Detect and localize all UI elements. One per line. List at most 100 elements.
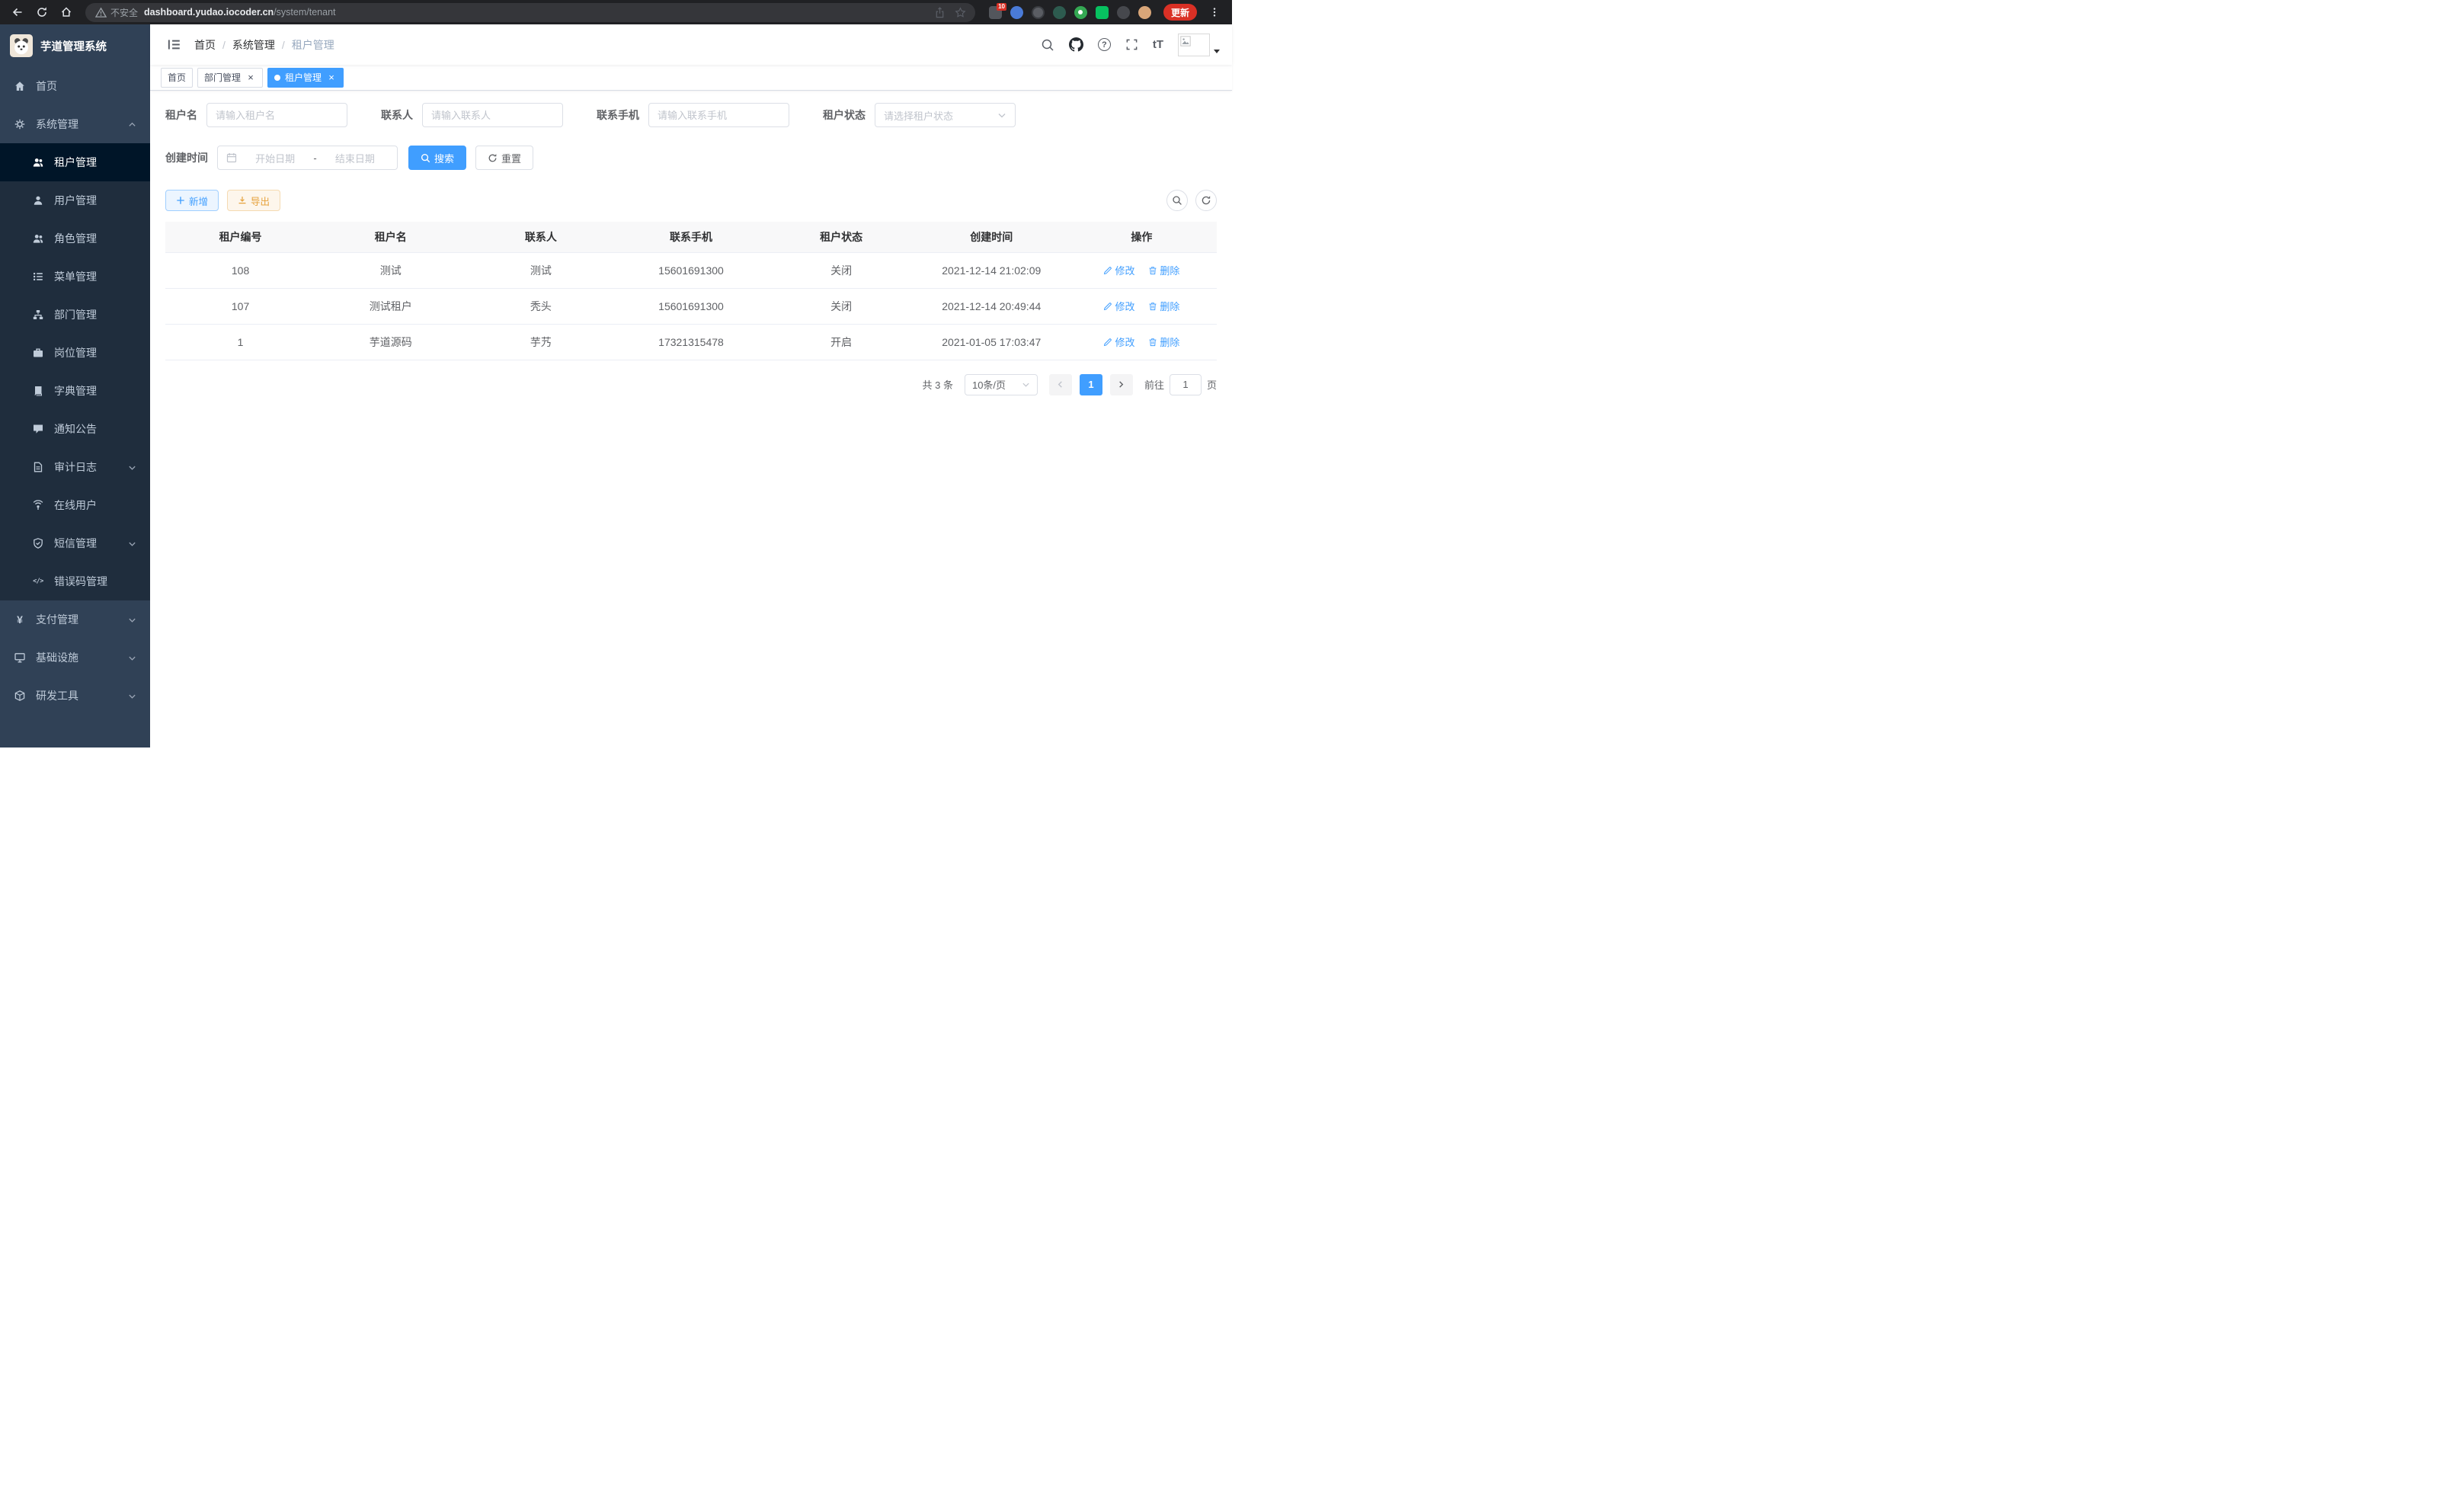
chevron-down-icon <box>128 463 136 472</box>
security-label: 不安全 <box>110 6 138 19</box>
sidebar-item-dev-tools[interactable]: 研发工具 <box>0 677 150 715</box>
close-icon[interactable] <box>326 72 337 83</box>
delete-icon <box>1148 266 1157 275</box>
app-logo[interactable]: 芋道管理系统 <box>0 24 150 67</box>
refresh-table-button[interactable] <box>1195 190 1217 211</box>
reset-button[interactable]: 重置 <box>475 146 533 170</box>
sidebar-item-notice[interactable]: 通知公告 <box>0 410 150 448</box>
extension-icon[interactable] <box>1053 6 1066 19</box>
calendar-icon <box>226 152 237 163</box>
table-row: 107 测试租户 秃头 15601691300 关闭 2021-12-14 20… <box>165 288 1217 324</box>
tab-home[interactable]: 首页 <box>161 68 193 88</box>
cell-actions: 修改 删除 <box>1067 252 1217 288</box>
sidebar-item-dept[interactable]: 部门管理 <box>0 296 150 334</box>
page-content: 租户名 联系人 联系手机 租户状态 请选择租户状态 <box>150 91 1232 748</box>
share-icon[interactable] <box>934 7 946 18</box>
phone-label: 联系手机 <box>597 107 639 123</box>
address-bar[interactable]: 不安全 dashboard.yudao.iocoder.cn/system/te… <box>85 3 975 22</box>
sidebar-item-dict[interactable]: 字典管理 <box>0 372 150 410</box>
sidebar-item-error-code[interactable]: 错误码管理 <box>0 562 150 600</box>
column-tenant-name: 租户名 <box>315 222 466 252</box>
toggle-search-button[interactable] <box>1166 190 1188 211</box>
fullscreen-icon[interactable] <box>1125 38 1138 51</box>
page-size-select[interactable]: 10条/页 <box>965 374 1038 395</box>
search-icon[interactable] <box>1041 38 1054 52</box>
sidebar-item-tenant[interactable]: 租户管理 <box>0 143 150 181</box>
breadcrumb-home[interactable]: 首页 <box>194 37 216 53</box>
tenant-name-input[interactable] <box>216 110 338 121</box>
extension-icon[interactable] <box>1032 6 1045 19</box>
extension-icon[interactable] <box>1096 6 1109 19</box>
caret-down-icon <box>1214 50 1220 53</box>
delete-link[interactable]: 删除 <box>1148 335 1179 349</box>
tenant-table: 租户编号 租户名 联系人 联系手机 租户状态 创建时间 操作 108 测试 <box>165 222 1217 360</box>
tenant-icon <box>32 156 44 168</box>
sidebar-fold-icon[interactable] <box>162 34 185 56</box>
navbar-actions <box>1041 34 1220 56</box>
search-button[interactable]: 搜索 <box>408 146 466 170</box>
phone-input[interactable] <box>658 110 780 121</box>
contact-input[interactable] <box>431 110 554 121</box>
font-size-icon[interactable] <box>1153 38 1163 51</box>
export-button[interactable]: 导出 <box>227 190 280 211</box>
tab-dept[interactable]: 部门管理 <box>197 68 263 88</box>
delete-link[interactable]: 删除 <box>1148 263 1179 277</box>
delete-link[interactable]: 删除 <box>1148 299 1179 313</box>
browser-update-button[interactable]: 更新 <box>1163 4 1197 21</box>
document-icon <box>32 461 44 473</box>
add-button[interactable]: 新增 <box>165 190 219 211</box>
page-number-button[interactable]: 1 <box>1080 374 1102 395</box>
sidebar-item-sms[interactable]: 短信管理 <box>0 524 150 562</box>
org-tree-icon <box>32 309 44 321</box>
breadcrumb-system[interactable]: 系统管理 <box>232 37 275 53</box>
sidebar-item-online-users[interactable]: 在线用户 <box>0 486 150 524</box>
edit-icon <box>1103 338 1112 347</box>
profile-avatar[interactable] <box>1138 6 1151 19</box>
sidebar-item-post[interactable]: 岗位管理 <box>0 334 150 372</box>
chevron-up-icon <box>128 120 136 129</box>
plus-icon <box>176 196 185 205</box>
yen-icon <box>14 613 26 626</box>
sidebar-item-home[interactable]: 首页 <box>0 67 150 105</box>
close-icon[interactable] <box>245 72 256 83</box>
sidebar-item-system[interactable]: 系统管理 <box>0 105 150 143</box>
chevron-down-icon <box>128 539 136 548</box>
sidebar-item-user[interactable]: 用户管理 <box>0 181 150 219</box>
prev-page-button[interactable] <box>1049 374 1072 395</box>
github-icon[interactable] <box>1069 37 1083 52</box>
home-icon[interactable] <box>56 2 76 22</box>
reload-icon[interactable] <box>32 2 52 22</box>
user-avatar[interactable] <box>1178 34 1220 56</box>
sidebar-item-audit-log[interactable]: 审计日志 <box>0 448 150 486</box>
column-created: 创建时间 <box>917 222 1067 252</box>
column-phone: 联系手机 <box>616 222 766 252</box>
bookmark-star-icon[interactable] <box>955 7 966 18</box>
filter-row-1: 租户名 联系人 联系手机 租户状态 请选择租户状态 <box>165 103 1217 127</box>
warning-icon <box>94 6 107 18</box>
app-title: 芋道管理系统 <box>40 38 107 54</box>
sidebar-item-role[interactable]: 角色管理 <box>0 219 150 258</box>
status-select[interactable]: 请选择租户状态 <box>875 103 1016 127</box>
goto-page-input[interactable] <box>1170 374 1202 395</box>
tab-tenant[interactable]: 租户管理 <box>267 68 344 88</box>
extension-icon[interactable] <box>1010 6 1023 19</box>
extension-icon[interactable] <box>1074 6 1087 19</box>
logo-image <box>10 34 33 57</box>
search-icon <box>421 153 430 163</box>
help-icon[interactable] <box>1098 38 1111 51</box>
sidebar-item-payment[interactable]: 支付管理 <box>0 600 150 639</box>
sidebar-item-menu[interactable]: 菜单管理 <box>0 258 150 296</box>
extension-icon[interactable] <box>1117 6 1130 19</box>
cell-contact: 测试 <box>466 252 616 288</box>
back-icon[interactable] <box>8 2 27 22</box>
next-page-button[interactable] <box>1110 374 1133 395</box>
extension-badge: 10 <box>997 3 1006 11</box>
security-chip[interactable]: 不安全 <box>94 6 138 19</box>
edit-link[interactable]: 修改 <box>1103 263 1134 277</box>
date-range-picker[interactable]: 开始日期 - 结束日期 <box>217 146 398 170</box>
edit-link[interactable]: 修改 <box>1103 335 1134 349</box>
kebab-menu-icon[interactable] <box>1205 2 1224 22</box>
extension-icon[interactable]: 10 <box>989 6 1002 19</box>
edit-link[interactable]: 修改 <box>1103 299 1134 313</box>
sidebar-item-infra[interactable]: 基础设施 <box>0 639 150 677</box>
